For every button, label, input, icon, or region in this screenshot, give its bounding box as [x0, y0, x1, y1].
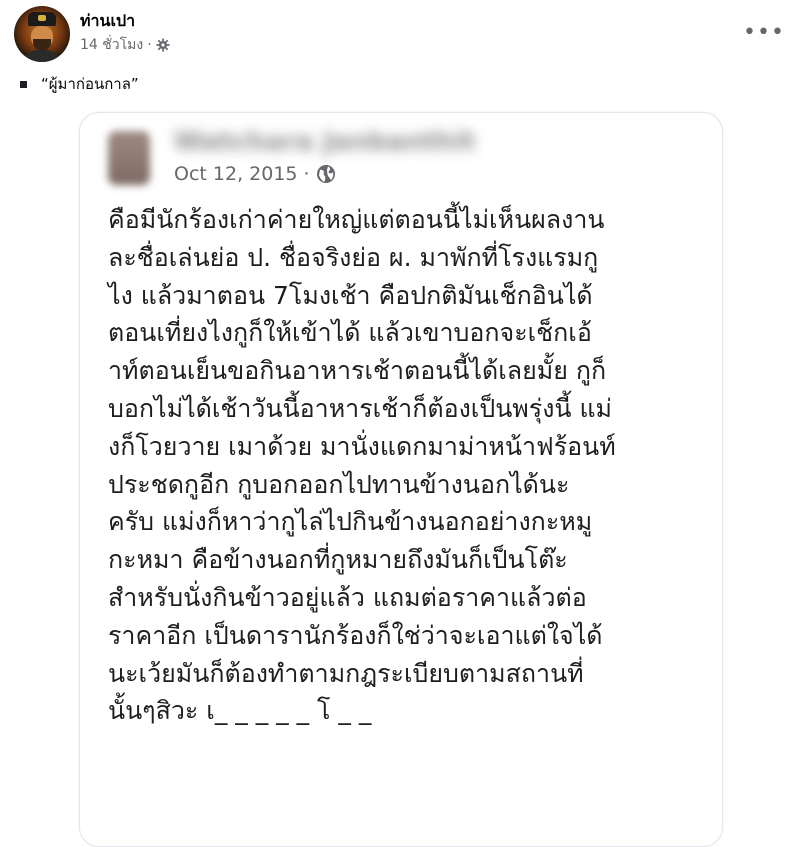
inner-date-text: Oct 12, 2015: [174, 163, 298, 185]
post-meta: 14 ชั่วโมง ·: [80, 35, 170, 55]
post-header: ท่านเปา 14 ชั่วโมง ·: [14, 6, 170, 62]
shared-screenshot[interactable]: Watchara Janbanthit Oct 12, 2015 · คือมี…: [79, 112, 723, 847]
globe-icon: [316, 164, 336, 184]
inner-post-body: คือมีนักร้องเก่าค่ายใหญ่แต่ตอนนี้ไม่เห็น…: [108, 201, 708, 730]
gear-icon[interactable]: [156, 37, 170, 52]
body-line: ละชื่อเล่นย่อ ป. ชื่อจริงย่อ ผ. มาพักที่…: [108, 242, 599, 272]
meta-separator: ·: [147, 36, 152, 53]
body-line: ตอนเที่ยงไงกูก็ให้เข้าได้ แล้วเขาบอกจะเช…: [108, 318, 592, 348]
body-line: กะหมา คือข้างนอกที่กูหมายถึงมันก็เป็นโต๊…: [108, 545, 568, 575]
body-line: นั้นๆสิวะ เ_ _ _ _ _ โ _ _: [108, 696, 372, 726]
header-text: ท่านเปา 14 ชั่วโมง ·: [80, 10, 170, 55]
post-caption: “ผู้มาก่อนกาล”: [20, 72, 139, 96]
square-bullet-icon: [20, 80, 27, 88]
body-line: ประชดกูอีก กูบอกออกไปทานข้างนอกได้นะ: [108, 469, 570, 499]
inner-date-separator: ·: [303, 163, 310, 185]
body-line: าท์ตอนเย็นขอกินอาหารเช้าตอนนี้ได้เลยมั้ย…: [108, 356, 607, 386]
body-line: ราคาอีก เป็นดารานักร้องก็ใช่ว่าจะเอาแต่ใ…: [108, 620, 603, 650]
blurred-avatar: [108, 131, 150, 185]
author-name[interactable]: ท่านเปา: [80, 10, 170, 32]
author-avatar[interactable]: [14, 6, 70, 62]
body-line: นะเว้ยมันก็ต้องทำตามกฎระเบียบตามสถานที่: [108, 658, 584, 688]
avatar-hat: [28, 12, 56, 26]
body-line: บอกไม่ได้เช้าวันนี้อาหารเช้าก็ต้องเป็นพร…: [108, 393, 613, 423]
avatar-body: [22, 50, 62, 62]
body-line: ครับ แม่งก็หาว่ากูไล่ไปกินข้างนอกอย่างกะ…: [108, 507, 593, 537]
more-options-button[interactable]: •••: [743, 14, 784, 50]
inner-post-date: Oct 12, 2015 ·: [174, 163, 336, 185]
body-line: ไง แล้วมาตอน 7โมงเช้า คือปกติมันเช็กอินไ…: [108, 280, 593, 310]
blurred-author-name: Watchara Janbanthit: [174, 127, 476, 157]
caption-text: “ผู้มาก่อนกาล”: [41, 75, 139, 93]
body-line: งก็โวยวาย เมาด้วย มานั่งแดกมาม่าหน้าฟร้อ…: [108, 431, 616, 461]
post-time[interactable]: 14 ชั่วโมง: [80, 35, 143, 55]
body-line: คือมีนักร้องเก่าค่ายใหญ่แต่ตอนนี้ไม่เห็น…: [108, 205, 605, 234]
body-line: สำหรับนั่งกินข้าวอยู่แล้ว แถมต่อราคาแล้ว…: [108, 582, 587, 612]
